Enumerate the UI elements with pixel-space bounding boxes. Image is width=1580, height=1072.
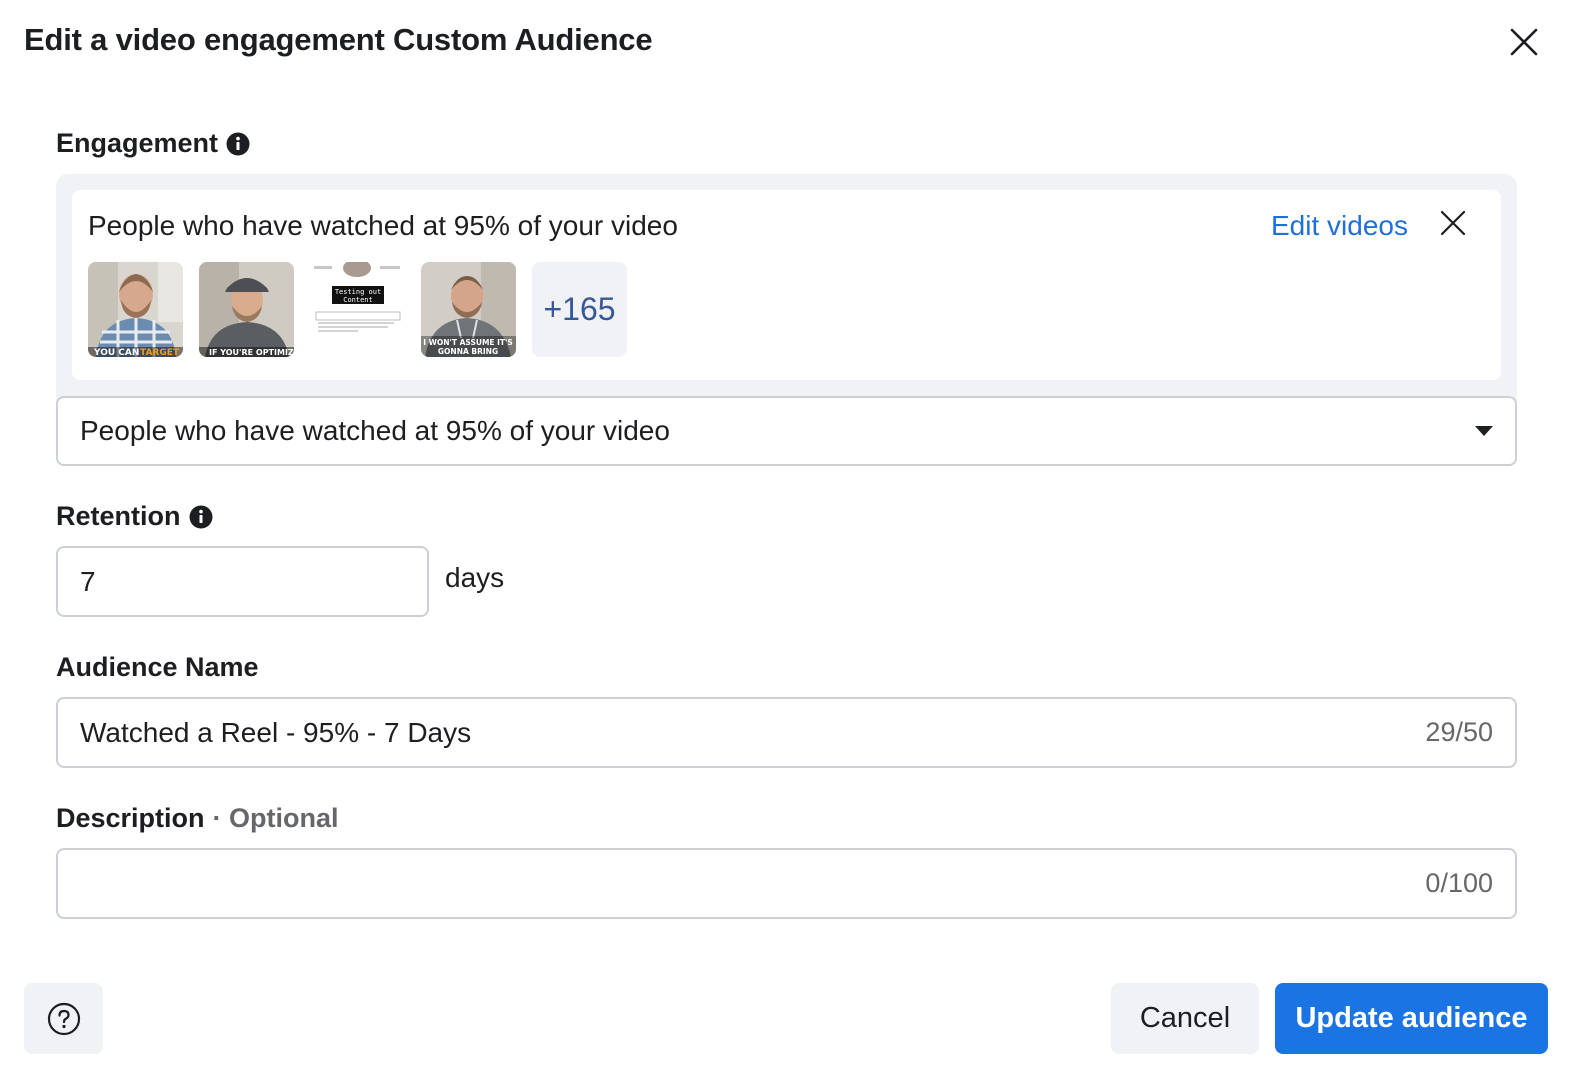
svg-text:GONNA BRING: GONNA BRING	[438, 347, 498, 356]
audience-name-counter: 29/50	[1425, 717, 1493, 747]
engagement-label: Engagement	[56, 128, 250, 159]
video-thumbnail[interactable]: IF YOU'RE OPTIMIZING	[199, 262, 294, 357]
svg-text:YOU CAN: YOU CAN	[93, 348, 139, 357]
dialog-title: Edit a video engagement Custom Audience	[24, 22, 653, 57]
close-dialog-button[interactable]	[1504, 22, 1544, 62]
info-icon[interactable]	[189, 505, 213, 529]
more-videos-count[interactable]: +165	[532, 262, 627, 357]
help-button[interactable]	[24, 983, 103, 1054]
svg-text:I WON'T ASSUME IT'S: I WON'T ASSUME IT'S	[423, 338, 513, 347]
edit-videos-link[interactable]: Edit videos	[1271, 210, 1408, 242]
remove-engagement-button[interactable]	[1436, 206, 1470, 240]
retention-label: Retention	[56, 501, 213, 532]
engagement-type-value: People who have watched at 95% of your v…	[80, 415, 670, 446]
engagement-type-select[interactable]: People who have watched at 95% of your v…	[56, 396, 1517, 466]
help-icon	[47, 1002, 80, 1035]
info-icon[interactable]	[226, 132, 250, 156]
svg-text:IF YOU'RE OPTIMIZING: IF YOU'RE OPTIMIZING	[209, 348, 294, 357]
retention-days-input[interactable]: 7	[56, 546, 429, 617]
close-icon	[1510, 28, 1538, 56]
close-icon	[1441, 211, 1465, 235]
audience-name-input[interactable]: Watched a Reel - 95% - 7 Days 29/50	[56, 697, 1517, 768]
days-unit-label: days	[445, 562, 505, 593]
cancel-button[interactable]: Cancel	[1111, 983, 1259, 1054]
video-thumbnail[interactable]: YOU CAN TARGET	[88, 262, 183, 357]
engagement-panel: People who have watched at 95% of your v…	[56, 174, 1517, 466]
retention-days-value: 7	[80, 565, 96, 597]
description-input[interactable]: 0/100	[56, 848, 1517, 919]
audience-name-label: Audience Name	[56, 652, 259, 682]
svg-text:Content: Content	[343, 296, 373, 304]
description-label: Description · Optional	[56, 803, 339, 833]
svg-text:Testing out: Testing out	[335, 288, 381, 296]
optional-label: · Optional	[212, 803, 339, 833]
svg-text:TARGET: TARGET	[140, 348, 180, 357]
video-thumbnail[interactable]: Testing out Content	[310, 262, 405, 357]
update-audience-button[interactable]: Update audience	[1275, 983, 1548, 1054]
video-thumbnails: YOU CAN TARGET IF YOU'RE OPTIMIZING	[88, 262, 627, 357]
engagement-card: People who have watched at 95% of your v…	[72, 190, 1501, 380]
engagement-summary: People who have watched at 95% of your v…	[88, 210, 678, 241]
dropdown-caret-icon	[1475, 426, 1493, 436]
description-counter: 0/100	[1425, 868, 1493, 898]
video-thumbnail[interactable]: I WON'T ASSUME IT'S GONNA BRING	[421, 262, 516, 357]
audience-name-value: Watched a Reel - 95% - 7 Days	[80, 716, 472, 748]
